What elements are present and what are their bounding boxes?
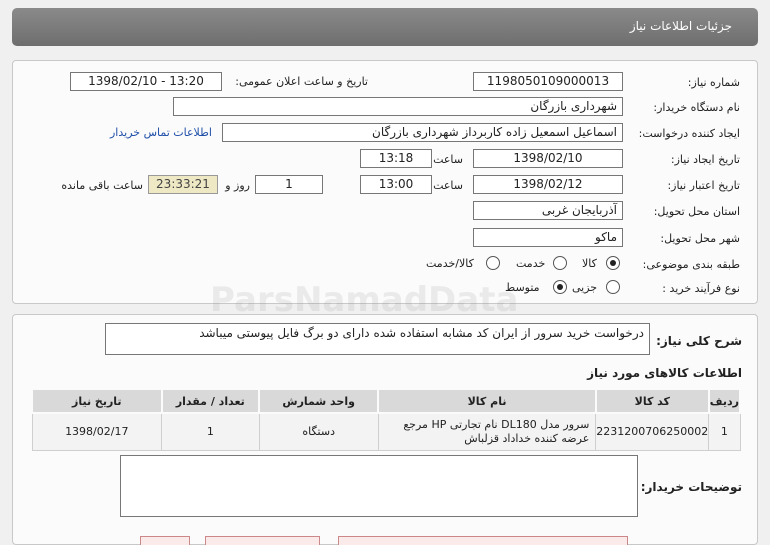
cell-date: 1398/02/17 <box>31 412 163 451</box>
cell-row: 1 <box>708 412 741 451</box>
col-name-header: نام کالا <box>377 388 597 414</box>
buyer-contact-link[interactable]: اطلاعات تماس خریدار <box>110 126 212 139</box>
valid-date-label: تاریخ اعتبار نیاز: <box>667 179 740 192</box>
province-field: آذربایجان غربی <box>473 201 623 220</box>
created-time-field: 13:18 <box>360 149 432 168</box>
category-goods-service-radio[interactable] <box>486 256 500 270</box>
category-service-label: خدمت <box>516 257 546 270</box>
col-qty-header: تعداد / مقدار <box>160 388 261 414</box>
category-service-radio[interactable] <box>553 256 567 270</box>
general-description-label: شرح کلی نیاز: <box>656 334 742 348</box>
cell-qty: 1 <box>161 412 260 451</box>
days-label: روز و <box>225 179 250 192</box>
valid-date-field: 1398/02/12 <box>473 175 623 194</box>
buyer-notes-label: توضیحات خریدار: <box>640 480 742 494</box>
category-label: طبقه بندی موضوعی: <box>642 258 740 271</box>
bottom-button-2[interactable] <box>205 536 320 545</box>
created-date-field: 1398/02/10 <box>473 149 623 168</box>
bottom-button-3[interactable] <box>338 536 628 545</box>
window-titlebar: جزئیات اطلاعات نیاز <box>12 8 758 46</box>
col-row-header: ردیف <box>707 388 742 414</box>
created-time-label: ساعت <box>433 153 463 166</box>
buyer-org-field: شهرداری بازرگان <box>173 97 623 116</box>
requester-label: ایجاد کننده درخواست: <box>638 127 740 140</box>
items-table: ردیف کد کالا نام کالا واحد شمارش تعداد /… <box>31 388 742 451</box>
col-unit-header: واحد شمارش <box>258 388 380 414</box>
col-date-header: تاریخ نیاز <box>31 388 163 414</box>
need-number-label: شماره نیاز: <box>687 76 740 89</box>
cell-name: سرور مدل DL180 نام تجارتی HP مرجع عرضه ک… <box>377 412 597 451</box>
bottom-button-1[interactable] <box>140 536 190 545</box>
category-goods-label: کالا <box>582 257 597 270</box>
valid-time-field: 13:00 <box>360 175 432 194</box>
valid-time-label: ساعت <box>433 179 463 192</box>
remaining-time-field: 23:33:21 <box>148 175 218 194</box>
col-code-header: کد کالا <box>594 388 710 414</box>
remaining-label: ساعت باقی مانده <box>61 179 143 192</box>
province-label: استان محل تحویل: <box>653 205 740 218</box>
buyer-notes-field <box>120 455 638 517</box>
city-field: ماکو <box>473 228 623 247</box>
table-row: 1 2231200706250002 سرور مدل DL180 نام تج… <box>31 412 741 451</box>
city-label: شهر محل تحویل: <box>660 232 740 245</box>
window-title: جزئیات اطلاعات نیاز <box>629 19 732 33</box>
remaining-days-field: 1 <box>255 175 323 194</box>
category-goods-service-label: کالا/خدمت <box>426 257 474 270</box>
created-date-label: تاریخ ایجاد نیاز: <box>670 153 740 166</box>
requester-field: اسماعیل اسمعیل زاده کاربرداز شهرداری باز… <box>222 123 623 142</box>
items-section-title: اطلاعات کالاهای مورد نیاز <box>587 366 742 380</box>
purchase-minor-label: جزیی <box>572 281 598 294</box>
purchase-medium-label: متوسط <box>505 281 540 294</box>
items-table-header: ردیف کد کالا نام کالا واحد شمارش تعداد /… <box>31 388 742 414</box>
purchase-type-label: نوع فرآیند خرید : <box>662 282 740 295</box>
buyer-org-label: نام دستگاه خریدار: <box>653 101 740 114</box>
cell-code: 2231200706250002 <box>595 412 710 451</box>
category-goods-radio[interactable] <box>606 256 620 270</box>
need-number-field: 1198050109000013 <box>473 72 623 91</box>
cell-unit: دستگاه <box>258 412 379 451</box>
announce-field: 1398/02/10 - 13:20 <box>70 72 222 91</box>
general-description-field: درخواست خرید سرور از ایران کد مشابه استف… <box>105 323 650 355</box>
purchase-medium-radio[interactable] <box>553 280 567 294</box>
announce-label: تاریخ و ساعت اعلان عمومی: <box>235 75 368 88</box>
purchase-minor-radio[interactable] <box>606 280 620 294</box>
